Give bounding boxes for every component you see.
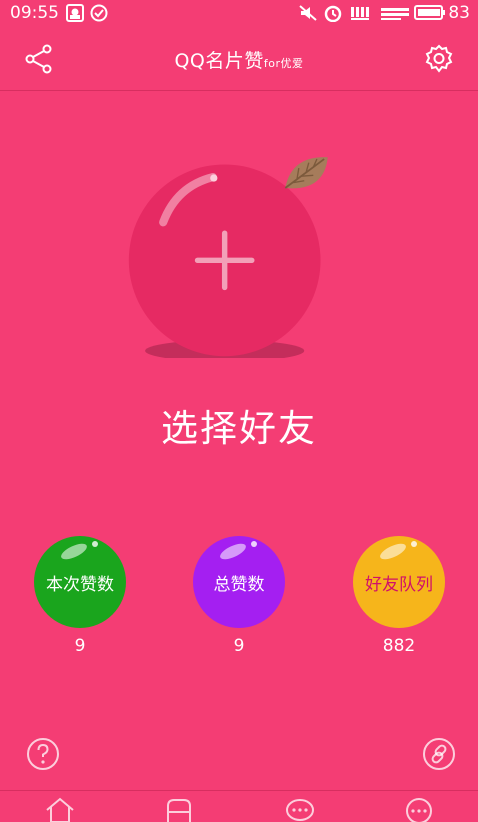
stat-value: 9 <box>233 636 245 656</box>
status-bar: 09:55 83 <box>0 0 478 26</box>
page-title: QQ名片赞for优爱 <box>0 46 478 73</box>
stat-this-time-likes: 本次赞数 9 <box>34 536 126 656</box>
link-icon[interactable] <box>422 737 456 771</box>
stat-ball[interactable]: 好友队列 <box>353 536 445 628</box>
stat-value: 882 <box>382 636 416 656</box>
notification-app-icon <box>66 4 84 22</box>
chat-icon[interactable] <box>284 796 316 822</box>
sofa-icon[interactable] <box>163 796 195 822</box>
bottom-nav <box>0 790 478 822</box>
more-icon[interactable] <box>403 796 435 822</box>
title-suffix: for优爱 <box>263 57 304 70</box>
check-circle-icon <box>90 4 108 22</box>
stat-label: 好友队列 <box>365 574 433 595</box>
stat-total-likes: 总赞数 9 <box>193 536 285 656</box>
stat-label: 本次赞数 <box>46 574 114 595</box>
app-bar: QQ名片赞for优爱 <box>0 26 478 91</box>
stat-friend-queue: 好友队列 882 <box>353 536 445 656</box>
stat-ball[interactable]: 本次赞数 <box>34 536 126 628</box>
stat-ball[interactable]: 总赞数 <box>193 536 285 628</box>
select-friend-label[interactable]: 选择好友 <box>0 398 478 452</box>
alarm-icon <box>324 5 342 22</box>
mute-icon <box>299 5 317 21</box>
circle-highlight-dot <box>210 174 218 182</box>
help-icon[interactable] <box>26 737 60 771</box>
leaf-icon <box>284 157 328 189</box>
battery-level: 83 <box>448 3 470 23</box>
signal-icon <box>381 8 409 20</box>
wifi-icon <box>351 7 369 20</box>
status-time: 09:55 <box>10 3 59 23</box>
gear-icon[interactable] <box>424 44 454 74</box>
select-friend-button[interactable] <box>127 150 335 358</box>
title-main: QQ名片赞 <box>174 50 264 72</box>
battery-icon <box>414 5 445 20</box>
stat-value: 9 <box>74 636 86 656</box>
home-icon[interactable] <box>44 796 76 822</box>
stat-label: 总赞数 <box>213 574 265 595</box>
